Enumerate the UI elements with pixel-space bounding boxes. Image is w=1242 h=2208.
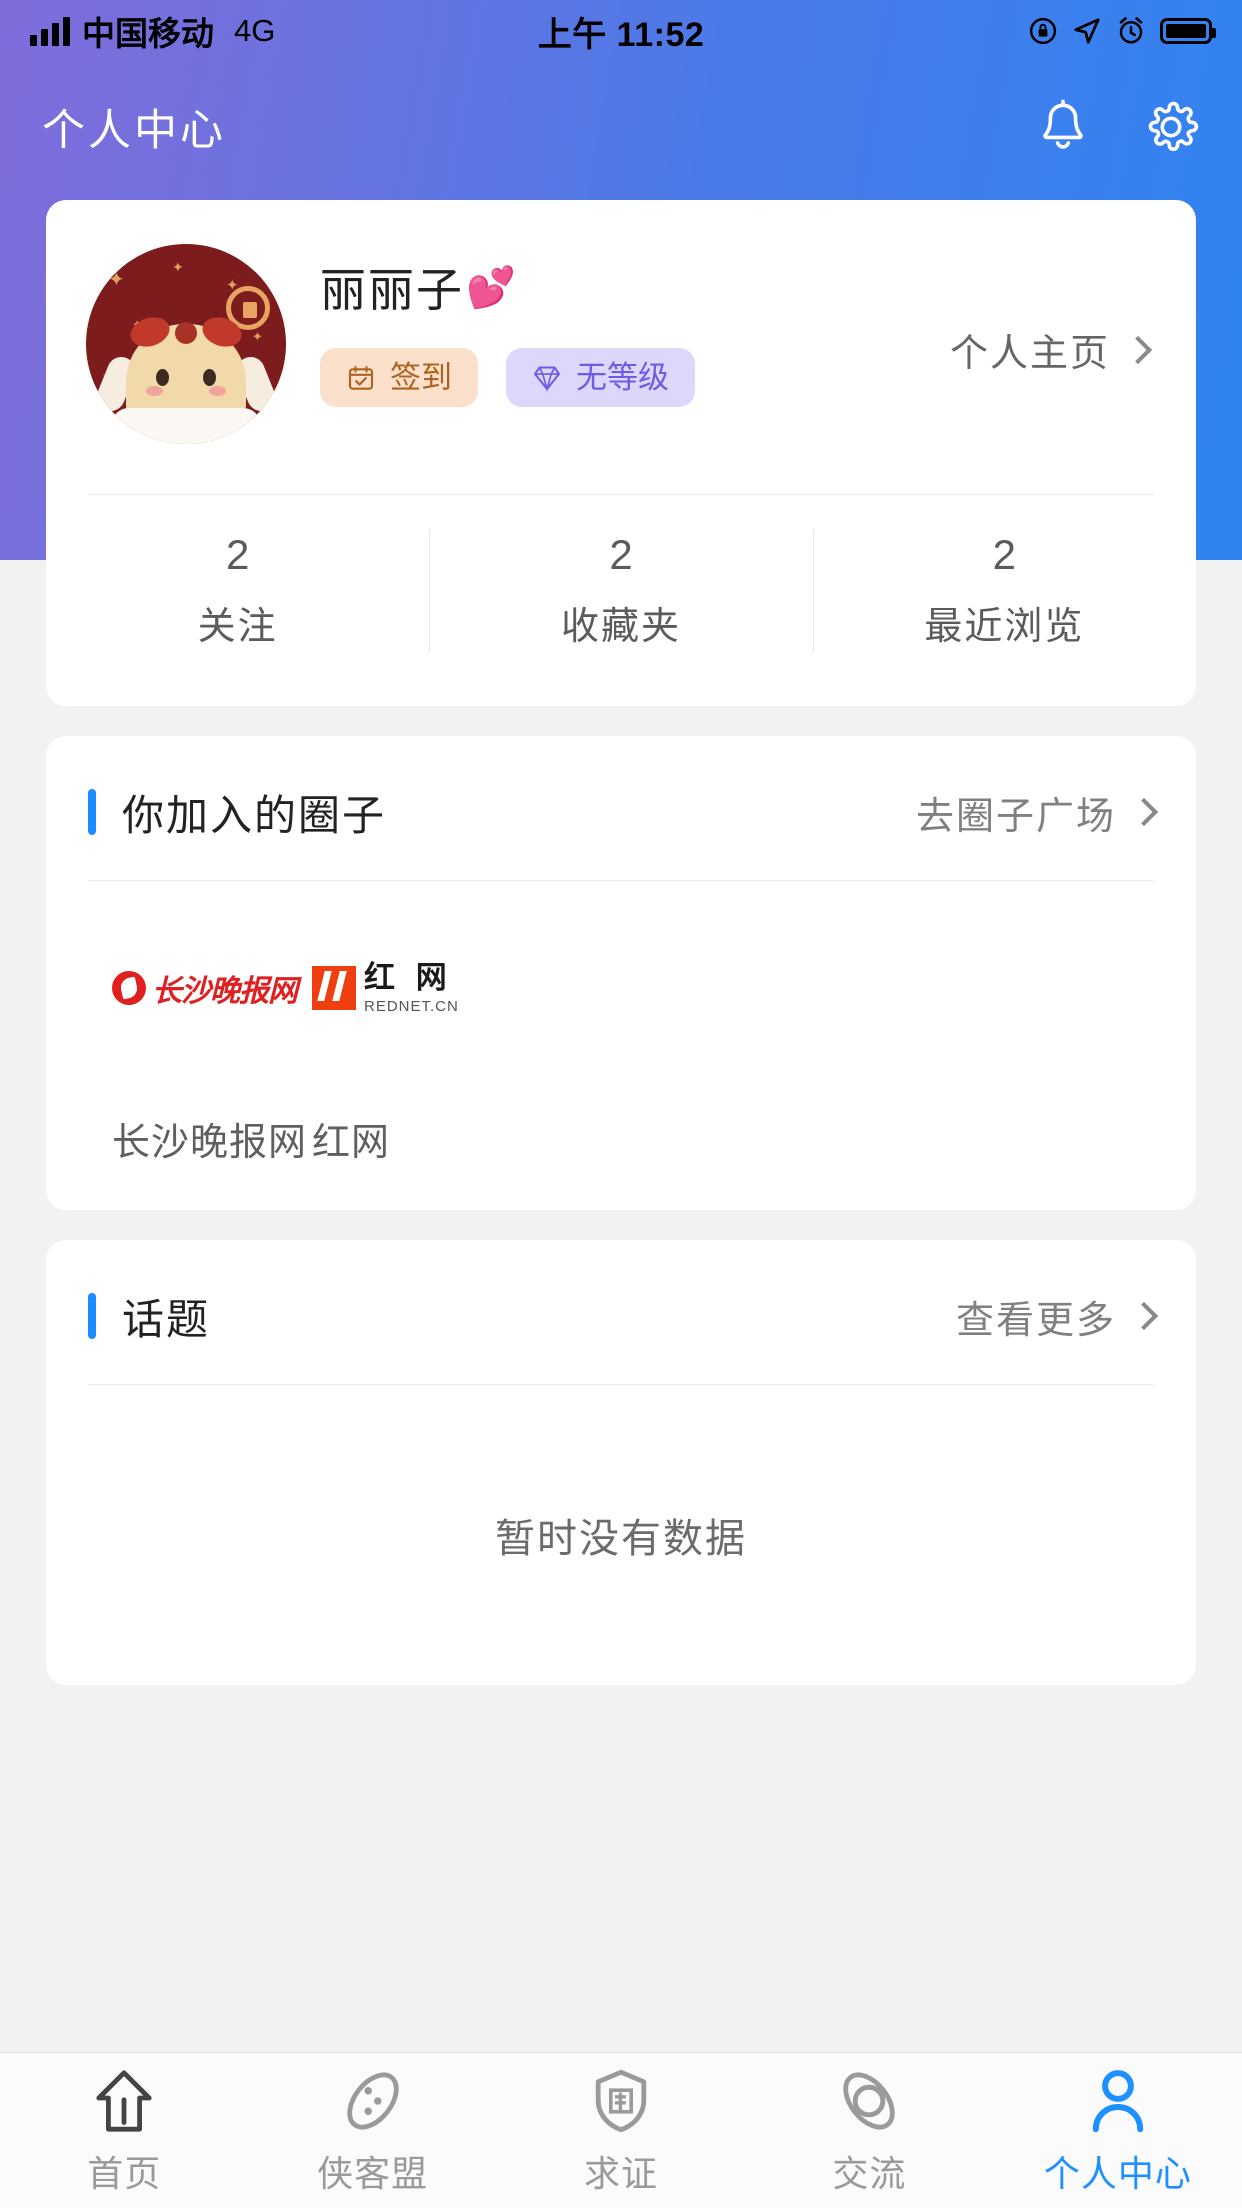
- tab-verify[interactable]: 求证: [497, 2053, 745, 2208]
- logo-emblem-icon: [312, 966, 356, 1010]
- alarm-clock-icon: [1119, 17, 1143, 44]
- tab-label: 求证: [584, 2152, 659, 2194]
- topics-title: 话题: [122, 1295, 211, 1343]
- stat-label: 关注: [197, 606, 278, 648]
- profile-card: ✦ ✦ ✦ ✦ ✦ ✦ 丽丽子: [46, 200, 1196, 706]
- profile-stats: 2 关注 2 收藏夹 2 最近浏览: [46, 495, 1196, 692]
- changsha-evening-news-logo: 长沙晚报网: [88, 945, 298, 1031]
- network-type-label: 4G: [234, 13, 276, 48]
- checkin-badge[interactable]: 签到: [320, 348, 478, 407]
- list-item[interactable]: 长沙晚报网 长沙晚报网: [88, 945, 308, 1166]
- stat-value: 2: [609, 531, 633, 578]
- circle-plaza-label: 去圈子广场: [915, 795, 1116, 838]
- joined-circles-header: 你加入的圈子 去圈子广场: [46, 736, 1196, 846]
- joined-circles-list: 长沙晚报网 长沙晚报网 红 网 REDNET.CN 红网: [46, 881, 1196, 1210]
- personal-homepage-label: 个人主页: [949, 333, 1110, 375]
- status-bar-right: [1028, 16, 1216, 46]
- stat-recently-viewed[interactable]: 2 最近浏览: [812, 523, 1196, 658]
- home-arrow-icon: [96, 2069, 152, 2132]
- person-icon: [1092, 2069, 1144, 2132]
- tab-home[interactable]: 首页: [0, 2053, 248, 2208]
- avatar[interactable]: ✦ ✦ ✦ ✦ ✦ ✦: [86, 244, 286, 444]
- stat-label: 收藏夹: [560, 606, 681, 648]
- view-more-link[interactable]: 查看更多: [955, 1289, 1159, 1344]
- palette-icon: [346, 2071, 399, 2130]
- circle-plaza-link[interactable]: 去圈子广场: [915, 785, 1159, 840]
- chevron-right-icon: [1129, 1301, 1159, 1331]
- carrier-label: 中国移动: [82, 15, 214, 52]
- joined-circles-card: 你加入的圈子 去圈子广场 长沙晚报网 长沙晚报网 红 网 REDNET.CN 红…: [46, 736, 1196, 1210]
- logo-wordmark-en: REDNET.CN: [364, 997, 459, 1015]
- logo-wordmark-cn: 红 网: [364, 959, 452, 996]
- location-arrow-icon: [1074, 18, 1100, 44]
- shield-verify-icon: [595, 2069, 647, 2132]
- level-badge[interactable]: 无等级: [506, 348, 695, 407]
- app-header: 个人中心: [0, 62, 1242, 192]
- stat-value: 2: [992, 531, 1016, 578]
- topics-card: 话题 查看更多 暂时没有数据: [46, 1240, 1196, 1685]
- tab-personal-center[interactable]: 个人中心: [994, 2053, 1242, 2208]
- rotation-lock-icon: [1029, 17, 1057, 45]
- bell-icon[interactable]: [1034, 98, 1092, 156]
- status-bar: 中国移动 4G 上午 11:52: [0, 0, 1242, 62]
- rednet-logo: 红 网 REDNET.CN: [288, 945, 488, 1031]
- empty-state-text: 暂时没有数据: [495, 1517, 747, 1561]
- profile-badges: 签到 无等级: [320, 348, 950, 407]
- accent-bar: [88, 1293, 96, 1339]
- tab-exchange[interactable]: 交流: [745, 2053, 993, 2208]
- profile-top-row: ✦ ✦ ✦ ✦ ✦ ✦ 丽丽子: [46, 200, 1196, 450]
- joined-circles-title: 你加入的圈子: [122, 791, 387, 839]
- username: 丽丽子: [320, 264, 464, 316]
- level-badge-label: 无等级: [576, 360, 669, 395]
- tab-label: 侠客盟: [317, 2152, 429, 2194]
- topics-header: 话题 查看更多: [46, 1240, 1196, 1350]
- calendar-check-icon: [348, 365, 374, 390]
- view-more-label: 查看更多: [955, 1299, 1116, 1342]
- tab-label: 个人中心: [1043, 2152, 1192, 2194]
- tab-xiakemeng[interactable]: 侠客盟: [248, 2053, 496, 2208]
- diamond-icon: [534, 366, 560, 392]
- accent-bar: [88, 789, 96, 835]
- status-bar-clock: 上午 11:52: [537, 15, 705, 54]
- bottom-navigation: 首页 侠客盟 求证 交流 个人中心: [0, 2052, 1242, 2208]
- logo-wordmark: 长沙晚报网: [152, 974, 298, 1009]
- list-item[interactable]: 红 网 REDNET.CN 红网: [288, 945, 488, 1166]
- stat-favorites[interactable]: 2 收藏夹: [429, 523, 812, 658]
- stat-label: 最近浏览: [924, 606, 1085, 648]
- tab-label: 交流: [832, 2152, 907, 2194]
- topics-empty-state: 暂时没有数据: [46, 1385, 1196, 1685]
- battery-full-icon: [1160, 18, 1216, 44]
- status-bar-left: 中国移动 4G: [30, 7, 275, 55]
- circle-name: 长沙晚报网: [112, 1122, 308, 1164]
- personal-homepage-link[interactable]: 个人主页: [950, 244, 1156, 377]
- header-actions: [1034, 98, 1200, 156]
- page-title: 个人中心: [42, 107, 226, 155]
- tab-label: 首页: [87, 2152, 162, 2194]
- profile-info: 丽丽子 💕 签到 无等级: [286, 244, 950, 407]
- stat-value: 2: [225, 531, 250, 578]
- signal-bars-icon: [30, 16, 70, 46]
- app-screen: 中国移动 4G 上午 11:52 个人中心 ✦ ✦ ✦ ✦ 丽丽子 💕 签到 无…: [0, 0, 1242, 2208]
- username-row: 丽丽子 💕: [320, 254, 950, 320]
- gear-icon[interactable]: [1142, 98, 1200, 156]
- aperture-icon: [843, 2071, 896, 2130]
- chevron-right-icon: [1129, 797, 1159, 827]
- chevron-right-icon: [1123, 335, 1153, 364]
- circle-name: 红网: [312, 1122, 391, 1164]
- checkin-badge-label: 签到: [390, 360, 452, 395]
- stat-following[interactable]: 2 关注: [46, 523, 429, 658]
- heart-emoji: 💕: [466, 265, 516, 310]
- logo-emblem-icon: [112, 971, 146, 1005]
